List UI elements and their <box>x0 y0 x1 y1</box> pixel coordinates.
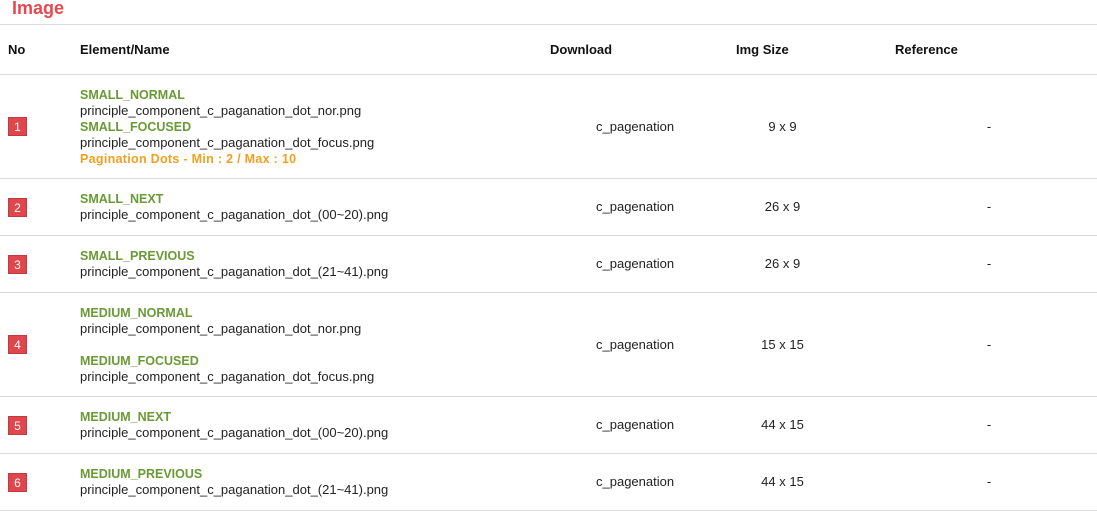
element-name: MEDIUM_PREVIOUS <box>80 467 203 481</box>
row-number-badge: 2 <box>8 197 27 217</box>
download-cell[interactable]: c_pagenation <box>550 235 736 293</box>
download-cell[interactable]: c_pagenation <box>550 292 736 397</box>
section-title: Image <box>12 0 65 18</box>
row-number-cell: 3 <box>0 235 80 293</box>
element-name: MEDIUM_FOCUSED <box>80 353 199 368</box>
reference-cell: - <box>895 396 1097 454</box>
img-size-cell: 26 x 9 <box>736 178 895 236</box>
row-number-badge: 6 <box>8 472 27 492</box>
download-cell[interactable]: c_pagenation <box>550 178 736 236</box>
row-number-cell: 1 <box>0 74 80 179</box>
reference-cell: - <box>895 292 1097 397</box>
element-name: SMALL_PREVIOUS <box>80 249 195 263</box>
element-name-cell: MEDIUM_NEXT principle_component_c_pagana… <box>80 396 550 454</box>
element-name-cell: MEDIUM_NORMAL principle_component_c_paga… <box>80 292 550 397</box>
img-size-cell: 44 x 15 <box>736 396 895 454</box>
element-name: MEDIUM_NEXT <box>80 410 171 424</box>
img-size-cell: 26 x 9 <box>736 235 895 293</box>
row-number-cell: 4 <box>0 292 80 397</box>
file-name: principle_component_c_paganation_dot_(00… <box>80 207 389 222</box>
reference-cell: - <box>895 453 1097 511</box>
element-name-cell: SMALL_PREVIOUS principle_component_c_pag… <box>80 235 550 293</box>
element-name: SMALL_NEXT <box>80 192 164 206</box>
column-header-element: Element/Name <box>80 24 550 75</box>
row-number-badge: 4 <box>8 335 27 354</box>
file-name: principle_component_c_paganation_dot_foc… <box>80 134 375 150</box>
column-header-img-size: Img Size <box>736 24 895 75</box>
download-cell[interactable]: c_pagenation <box>550 74 736 179</box>
file-name: principle_component_c_paganation_dot_(21… <box>80 482 389 497</box>
element-name-cell: MEDIUM_PREVIOUS principle_component_c_pa… <box>80 453 550 511</box>
file-name: principle_component_c_paganation_dot_nor… <box>80 320 362 336</box>
table-row: 1 SMALL_NORMAL principle_component_c_pag… <box>0 74 1097 179</box>
element-name-cell: SMALL_NEXT principle_component_c_paganat… <box>80 178 550 236</box>
table-row: 2 SMALL_NEXT principle_component_c_pagan… <box>0 178 1097 236</box>
table-header-row: No Element/Name Download Img Size Refere… <box>0 24 1097 75</box>
reference-cell: - <box>895 74 1097 179</box>
element-name: SMALL_NORMAL <box>80 87 185 102</box>
img-size-cell: 9 x 9 <box>736 74 895 179</box>
row-number-badge: 1 <box>8 117 27 136</box>
element-name-cell: SMALL_NORMAL principle_component_c_pagan… <box>80 74 550 179</box>
element-name: MEDIUM_NORMAL <box>80 305 193 320</box>
row-number-cell: 2 <box>0 178 80 236</box>
table-row: 5 MEDIUM_NEXT principle_component_c_paga… <box>0 396 1097 454</box>
table-row: 3 SMALL_PREVIOUS principle_component_c_p… <box>0 235 1097 293</box>
img-size-cell: 15 x 15 <box>736 292 895 397</box>
row-number-cell: 5 <box>0 396 80 454</box>
table-row: 4 MEDIUM_NORMAL principle_component_c_pa… <box>0 292 1097 397</box>
pagination-note: Pagination Dots - Min : 2 / Max : 10 <box>80 151 297 166</box>
row-number-badge: 5 <box>8 415 27 435</box>
reference-cell: - <box>895 235 1097 293</box>
row-number-badge: 3 <box>8 254 27 274</box>
download-cell[interactable]: c_pagenation <box>550 453 736 511</box>
reference-cell: - <box>895 178 1097 236</box>
column-header-download: Download <box>550 24 736 75</box>
row-number-cell: 6 <box>0 453 80 511</box>
image-spec-table: No Element/Name Download Img Size Refere… <box>0 24 1097 511</box>
file-name: principle_component_c_paganation_dot_nor… <box>80 102 362 118</box>
element-name: SMALL_FOCUSED <box>80 119 192 134</box>
column-header-no: No <box>0 24 80 75</box>
column-header-reference: Reference <box>895 24 1097 75</box>
table-row: 6 MEDIUM_PREVIOUS principle_component_c_… <box>0 453 1097 511</box>
file-name: principle_component_c_paganation_dot_(00… <box>80 425 389 440</box>
file-name: principle_component_c_paganation_dot_foc… <box>80 368 375 384</box>
img-size-cell: 44 x 15 <box>736 453 895 511</box>
row-spacer <box>80 337 550 353</box>
file-name: principle_component_c_paganation_dot_(21… <box>80 264 389 279</box>
download-cell[interactable]: c_pagenation <box>550 396 736 454</box>
